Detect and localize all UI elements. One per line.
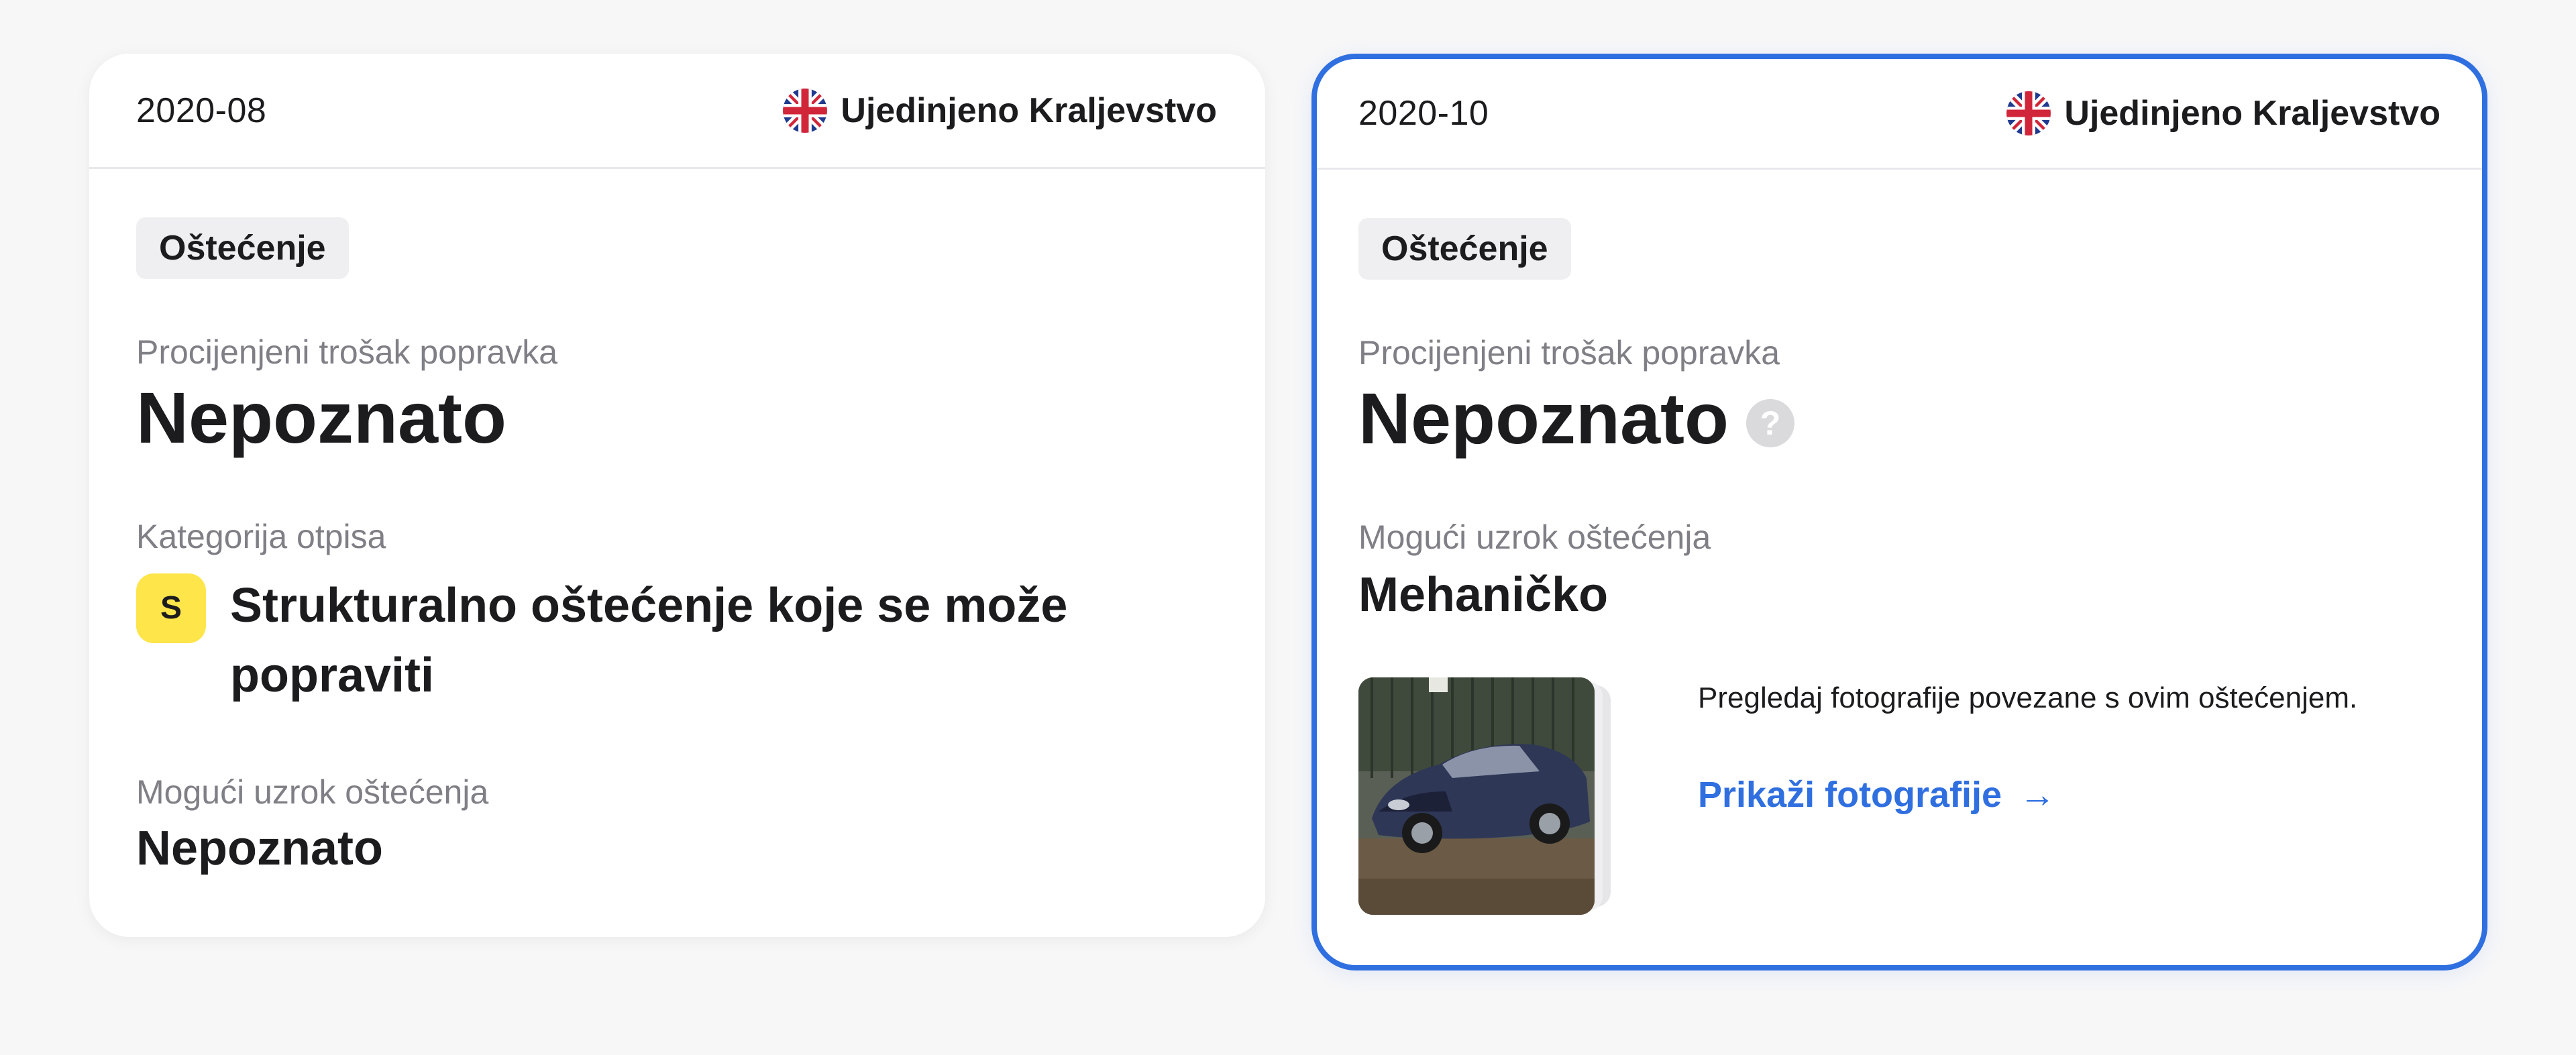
arrow-right-icon: → <box>2019 774 2056 815</box>
repair-cost-label: Procijenjeni trošak popravka <box>136 333 558 371</box>
record-date: 2020-08 <box>136 91 267 130</box>
show-photos-label: Prikaži fotografije <box>1698 774 2002 815</box>
repair-cost-value: Nepoznato <box>136 378 1218 458</box>
country-name: Ujedinjeno Kraljevstvo <box>2064 94 2440 133</box>
uk-flag-icon <box>2006 91 2051 135</box>
damage-cause-value: Nepoznato <box>136 821 383 875</box>
damage-cause-value: Mehaničko <box>1358 567 1609 622</box>
country: Ujedinjeno Kraljevstvo <box>783 88 1217 133</box>
show-photos-link[interactable]: Prikaži fotografije → <box>1698 774 2357 816</box>
category-value: Strukturalno oštećenje koje se može popr… <box>230 578 1068 703</box>
damage-cause-label: Mogući uzrok oštećenja <box>136 773 489 811</box>
damage-tag: Oštećenje <box>1358 218 1571 280</box>
country-name: Ujedinjeno Kraljevstvo <box>841 91 1217 130</box>
damage-record-card-1: 2020-08 Ujedinjeno Kraljevstvo Oštećenje… <box>89 54 1265 937</box>
photos-section: Pregledaj fotografije povezane s ovim oš… <box>1358 677 2440 915</box>
photos-info: Pregledaj fotografije povezane s ovim oš… <box>1698 677 2357 915</box>
damage-tag: Oštećenje <box>136 217 349 279</box>
card-header: 2020-08 Ujedinjeno Kraljevstvo <box>89 54 1265 169</box>
repair-cost-value: Nepoznato ? <box>1358 378 2440 459</box>
category-badge: S <box>136 573 206 643</box>
help-icon[interactable]: ? <box>1746 399 1794 448</box>
card-header: 2020-10 Ujedinjeno Kraljevstvo <box>1317 59 2482 170</box>
damage-record-card-2[interactable]: 2020-10 Ujedinjeno Kraljevstvo Oštećenje… <box>1311 54 2487 970</box>
photos-description: Pregledaj fotografije povezane s ovim oš… <box>1698 681 2358 714</box>
repair-cost-text: Nepoznato <box>1358 378 1729 459</box>
card-body: Oštećenje Procijenjeni trošak popravka N… <box>89 169 1265 876</box>
country: Ujedinjeno Kraljevstvo <box>2006 91 2440 135</box>
repair-cost-text: Nepoznato <box>136 377 506 458</box>
writeoff-category-label: Kategorija otpisa <box>136 517 386 555</box>
uk-flag-icon <box>783 88 828 133</box>
repair-cost-label: Procijenjeni trošak popravka <box>1358 334 1780 372</box>
damage-cause-label: Mogući uzrok oštećenja <box>1358 518 1711 556</box>
record-date: 2020-10 <box>1358 94 1489 133</box>
card-body: Oštećenje Procijenjeni trošak popravka N… <box>1317 170 2482 915</box>
photo-stack[interactable] <box>1358 677 1627 915</box>
writeoff-category: S Strukturalno oštećenje koje se može po… <box>136 573 1218 711</box>
car-photo-thumbnail[interactable] <box>1358 677 1595 915</box>
